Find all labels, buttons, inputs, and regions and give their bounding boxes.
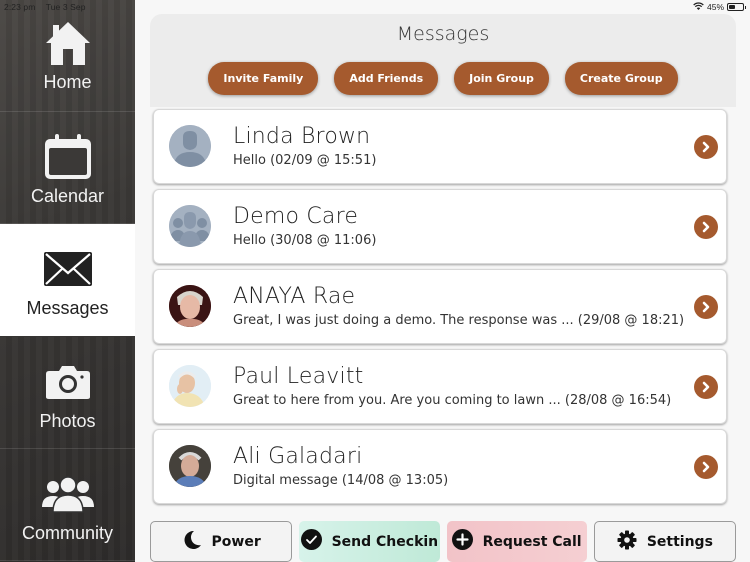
sidebar-item-messages[interactable]: Messages xyxy=(0,224,135,336)
conversation-item[interactable]: Ali Galadari Digital message (14/08 @ 13… xyxy=(153,429,727,504)
sidebar-item-label: Community xyxy=(21,523,114,543)
conversation-preview: Hello (02/09 @ 15:51) xyxy=(233,153,377,168)
sidebar-item-label: Messages xyxy=(26,298,109,318)
avatar-photo xyxy=(169,445,211,487)
power-label: Power xyxy=(211,533,261,550)
status-time: 2:23 pm xyxy=(4,2,36,12)
chevron-right-icon[interactable] xyxy=(694,375,718,399)
conversation-item[interactable]: Paul Leavitt Great to here from you. Are… xyxy=(153,349,727,424)
conversation-item[interactable]: ANAYA Rae Great, I was just doing a demo… xyxy=(153,269,727,344)
conversation-preview: Digital message (14/08 @ 13:05) xyxy=(233,473,449,488)
people-icon xyxy=(41,469,95,519)
sidebar-item-label: Home xyxy=(43,72,92,92)
status-date: Tue 3 Sep xyxy=(45,2,86,12)
messages-header: Messages Invite Family Add Friends Join … xyxy=(150,14,736,107)
conversation-list: Linda Brown Hello (02/09 @ 15:51) Demo C… xyxy=(150,107,736,504)
group-placeholder-icon xyxy=(169,205,211,247)
person-placeholder-icon xyxy=(169,125,211,167)
gear-icon xyxy=(617,530,637,554)
sidebar-item-calendar[interactable]: Calendar xyxy=(0,112,135,224)
sidebar-item-label: Photos xyxy=(39,411,96,431)
battery-percent: 45% xyxy=(706,2,724,12)
sidebar-item-community[interactable]: Community xyxy=(0,449,135,561)
conversation-name: ANAYA Rae xyxy=(233,284,356,309)
chevron-right-icon[interactable] xyxy=(694,215,718,239)
request-call-button[interactable]: Request Call xyxy=(446,521,587,562)
chevron-right-icon[interactable] xyxy=(694,135,718,159)
send-checkin-button[interactable]: Send Checkin xyxy=(299,521,440,562)
moon-icon xyxy=(182,530,202,554)
camera-icon xyxy=(45,357,91,407)
conversation-preview: Great, I was just doing a demo. The resp… xyxy=(233,313,685,328)
conversation-name: Demo Care xyxy=(233,204,359,229)
join-group-button[interactable]: Join Group xyxy=(454,62,549,95)
send-checkin-label: Send Checkin xyxy=(331,533,439,550)
settings-label: Settings xyxy=(646,533,713,550)
bottom-action-bar: Power Send Checkin Request Call Settings xyxy=(150,521,736,562)
sidebar-item-label: Calendar xyxy=(30,186,105,206)
request-call-label: Request Call xyxy=(482,533,582,550)
battery-icon xyxy=(727,3,746,11)
chevron-right-icon[interactable] xyxy=(694,295,718,319)
conversation-item[interactable]: Linda Brown Hello (02/09 @ 15:51) xyxy=(153,109,727,184)
conversation-preview: Hello (30/08 @ 11:06) xyxy=(233,233,377,248)
chevron-right-icon[interactable] xyxy=(694,455,718,479)
conversation-name: Linda Brown xyxy=(233,124,371,149)
wifi-icon xyxy=(693,2,704,12)
conversation-name: Paul Leavitt xyxy=(233,364,364,389)
action-buttons: Invite Family Add Friends Join Group Cre… xyxy=(150,62,736,95)
page-title: Messages xyxy=(396,23,490,45)
sidebar: Home Calendar Messages Photos Community xyxy=(0,0,135,562)
calendar-icon xyxy=(43,132,93,182)
conversation-item[interactable]: Demo Care Hello (30/08 @ 11:06) xyxy=(153,189,727,264)
conversation-preview: Great to here from you. Are you coming t… xyxy=(233,393,672,408)
invite-family-button[interactable]: Invite Family xyxy=(208,62,319,95)
create-group-button[interactable]: Create Group xyxy=(564,62,678,95)
sidebar-item-home[interactable]: Home xyxy=(0,0,135,112)
messages-panel: Messages Invite Family Add Friends Join … xyxy=(150,14,736,510)
home-icon xyxy=(44,18,92,68)
sidebar-item-photos[interactable]: Photos xyxy=(0,337,135,449)
avatar-photo xyxy=(169,365,211,407)
settings-button[interactable]: Settings xyxy=(593,521,736,562)
power-button[interactable]: Power xyxy=(150,521,293,562)
add-friends-button[interactable]: Add Friends xyxy=(334,62,439,95)
check-circle-icon xyxy=(300,529,322,554)
status-bar: 2:23 pm Tue 3 Sep 45% xyxy=(0,0,750,14)
avatar-photo xyxy=(169,285,211,327)
envelope-icon xyxy=(43,244,93,294)
conversation-name: Ali Galadari xyxy=(233,444,363,469)
plus-circle-icon xyxy=(451,529,473,554)
